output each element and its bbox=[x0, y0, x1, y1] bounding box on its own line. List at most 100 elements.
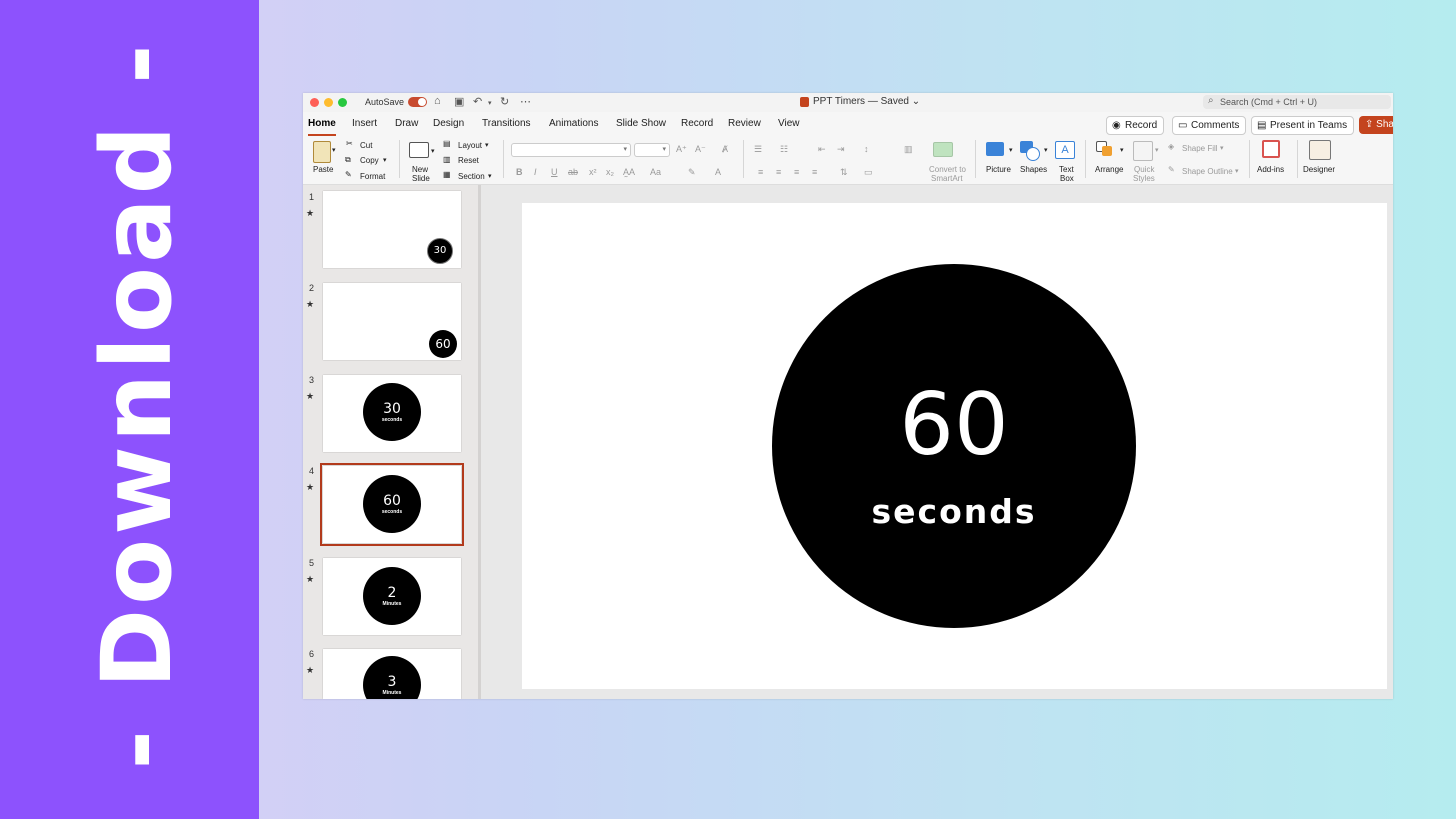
font-size-select[interactable]: ▾ bbox=[634, 143, 670, 157]
copy-dropdown-icon[interactable]: ▾ bbox=[383, 156, 387, 164]
document-title[interactable]: PPT Timers — Saved ⌄ bbox=[800, 96, 920, 107]
align-text-icon[interactable]: ▭ bbox=[864, 167, 873, 178]
align-left-icon[interactable]: ≡ bbox=[758, 167, 763, 177]
increase-indent-icon[interactable]: ⇥ bbox=[837, 144, 845, 155]
tab-review[interactable]: Review bbox=[728, 118, 761, 129]
new-slide-dropdown-icon[interactable]: ▾ bbox=[431, 147, 435, 155]
underline-icon[interactable]: U bbox=[551, 167, 558, 177]
tab-home[interactable]: Home bbox=[308, 118, 336, 136]
superscript-icon[interactable]: x² bbox=[589, 167, 597, 177]
subscript-icon[interactable]: x₂ bbox=[606, 167, 614, 177]
increase-font-icon[interactable]: A⁺ bbox=[676, 144, 687, 155]
paste-dropdown-icon[interactable]: ▾ bbox=[332, 146, 336, 154]
text-box-label-line1[interactable]: Text bbox=[1059, 165, 1074, 174]
tab-insert[interactable]: Insert bbox=[352, 118, 377, 129]
format-painter-label[interactable]: Format bbox=[360, 172, 385, 181]
smartart-icon[interactable] bbox=[933, 142, 953, 157]
timer-circle[interactable]: 60 seconds bbox=[772, 264, 1136, 628]
timer-unit[interactable]: seconds bbox=[772, 492, 1136, 531]
picture-icon[interactable] bbox=[986, 142, 1004, 156]
paste-icon[interactable] bbox=[313, 141, 331, 163]
shape-fill-dropdown-icon[interactable]: ▾ bbox=[1220, 144, 1224, 152]
zoom-window-button[interactable] bbox=[338, 98, 347, 107]
align-right-icon[interactable]: ≡ bbox=[794, 167, 799, 177]
clear-formatting-icon[interactable]: Ⱥ bbox=[722, 144, 728, 154]
convert-smartart-label-line2[interactable]: SmartArt bbox=[931, 174, 963, 183]
home-icon[interactable]: ⌂ bbox=[434, 95, 441, 107]
text-box-icon[interactable]: A bbox=[1055, 141, 1075, 159]
font-name-select[interactable]: ▾ bbox=[511, 143, 631, 157]
quick-styles-dropdown-icon[interactable]: ▾ bbox=[1155, 146, 1159, 154]
search-input[interactable]: ⌕ Search (Cmd + Ctrl + U) bbox=[1203, 95, 1391, 109]
shapes-label[interactable]: Shapes bbox=[1020, 165, 1047, 174]
paste-label[interactable]: Paste bbox=[313, 165, 333, 174]
tab-record[interactable]: Record bbox=[681, 118, 713, 129]
slide-thumbnail-1[interactable]: 30 bbox=[323, 191, 461, 268]
more-icon[interactable]: ⋯ bbox=[520, 95, 531, 108]
reset-icon[interactable]: ▥ bbox=[443, 155, 451, 164]
new-slide-label-line2[interactable]: Slide bbox=[412, 174, 430, 183]
line-spacing-icon[interactable]: ↕ bbox=[864, 144, 869, 154]
shape-outline-icon[interactable]: ✎ bbox=[1168, 165, 1175, 174]
comments-button[interactable]: ▭ Comments bbox=[1172, 116, 1247, 135]
autosave-toggle[interactable] bbox=[408, 97, 427, 107]
arrange-label[interactable]: Arrange bbox=[1095, 165, 1123, 174]
designer-icon[interactable] bbox=[1309, 140, 1331, 160]
tab-view[interactable]: View bbox=[778, 118, 800, 129]
italic-icon[interactable]: I bbox=[534, 167, 537, 177]
redo-icon[interactable]: ↻ bbox=[500, 95, 509, 108]
layout-dropdown-icon[interactable]: ▾ bbox=[485, 141, 489, 149]
tab-design[interactable]: Design bbox=[433, 118, 464, 129]
bullets-icon[interactable]: ☰ bbox=[754, 144, 762, 155]
font-color-icon[interactable]: A bbox=[715, 167, 721, 177]
quick-styles-label-line2[interactable]: Styles bbox=[1133, 174, 1155, 183]
quick-styles-icon[interactable] bbox=[1133, 141, 1153, 161]
bold-icon[interactable]: B bbox=[516, 167, 523, 177]
present-in-teams-button[interactable]: ▤ Present in Teams bbox=[1251, 116, 1355, 135]
slide-thumbnail-3[interactable]: 30 seconds bbox=[323, 375, 461, 452]
timer-value[interactable]: 60 bbox=[772, 382, 1136, 468]
character-spacing-icon[interactable]: Aa bbox=[650, 167, 661, 177]
slide-thumbnail-6[interactable]: 3 Minutes bbox=[323, 649, 461, 699]
numbering-icon[interactable]: ☷ bbox=[780, 144, 788, 155]
reset-label[interactable]: Reset bbox=[458, 156, 479, 165]
section-icon[interactable]: ▦ bbox=[443, 170, 451, 179]
decrease-font-icon[interactable]: A⁻ bbox=[695, 144, 706, 155]
align-center-icon[interactable]: ≡ bbox=[776, 167, 781, 177]
slide-thumbnail-5[interactable]: 2 Minutes bbox=[323, 558, 461, 635]
slide-thumbnail-panel[interactable]: 1 ★ 30 2 ★ 60 3 ★ 30 seconds 4 ★ 60 seco… bbox=[303, 185, 478, 699]
undo-icon[interactable]: ↶ bbox=[473, 95, 482, 108]
cut-icon[interactable]: ✂ bbox=[346, 139, 353, 148]
undo-dropdown-icon[interactable]: ▾ bbox=[488, 99, 492, 107]
new-slide-icon[interactable] bbox=[409, 142, 429, 158]
highlight-icon[interactable]: ✎ bbox=[688, 167, 696, 178]
slide-thumbnail-2[interactable]: 60 bbox=[323, 283, 461, 360]
columns-icon[interactable]: ▥ bbox=[904, 144, 913, 155]
designer-label[interactable]: Designer bbox=[1303, 165, 1335, 174]
layout-icon[interactable]: ▤ bbox=[443, 139, 451, 148]
shape-fill-icon[interactable]: ◈ bbox=[1168, 142, 1174, 151]
text-box-label-line2[interactable]: Box bbox=[1060, 174, 1074, 183]
shape-outline-dropdown-icon[interactable]: ▾ bbox=[1235, 167, 1239, 175]
decrease-indent-icon[interactable]: ⇤ bbox=[818, 144, 826, 155]
shape-fill-label[interactable]: Shape Fill bbox=[1182, 144, 1218, 153]
tab-animations[interactable]: Animations bbox=[549, 118, 598, 129]
minimize-window-button[interactable] bbox=[324, 98, 333, 107]
copy-icon[interactable]: ⧉ bbox=[345, 155, 351, 165]
shape-outline-label[interactable]: Shape Outline bbox=[1182, 167, 1233, 176]
slide-thumbnail-4[interactable]: 60 seconds bbox=[320, 463, 464, 546]
convert-smartart-label-line1[interactable]: Convert to bbox=[929, 165, 966, 174]
share-button[interactable]: ⇪ Sha bbox=[1359, 116, 1393, 134]
arrange-dropdown-icon[interactable]: ▾ bbox=[1120, 146, 1124, 154]
close-window-button[interactable] bbox=[310, 98, 319, 107]
shapes-dropdown-icon[interactable]: ▾ bbox=[1044, 146, 1048, 154]
cut-label[interactable]: Cut bbox=[360, 141, 372, 150]
picture-dropdown-icon[interactable]: ▾ bbox=[1009, 146, 1013, 154]
section-label[interactable]: Section bbox=[458, 172, 485, 181]
tab-transitions[interactable]: Transitions bbox=[482, 118, 531, 129]
format-painter-icon[interactable]: ✎ bbox=[345, 170, 352, 179]
justify-icon[interactable]: ≡ bbox=[812, 167, 817, 177]
quick-styles-label-line1[interactable]: Quick bbox=[1134, 165, 1154, 174]
save-icon[interactable]: ▣ bbox=[454, 95, 464, 108]
picture-label[interactable]: Picture bbox=[986, 165, 1011, 174]
